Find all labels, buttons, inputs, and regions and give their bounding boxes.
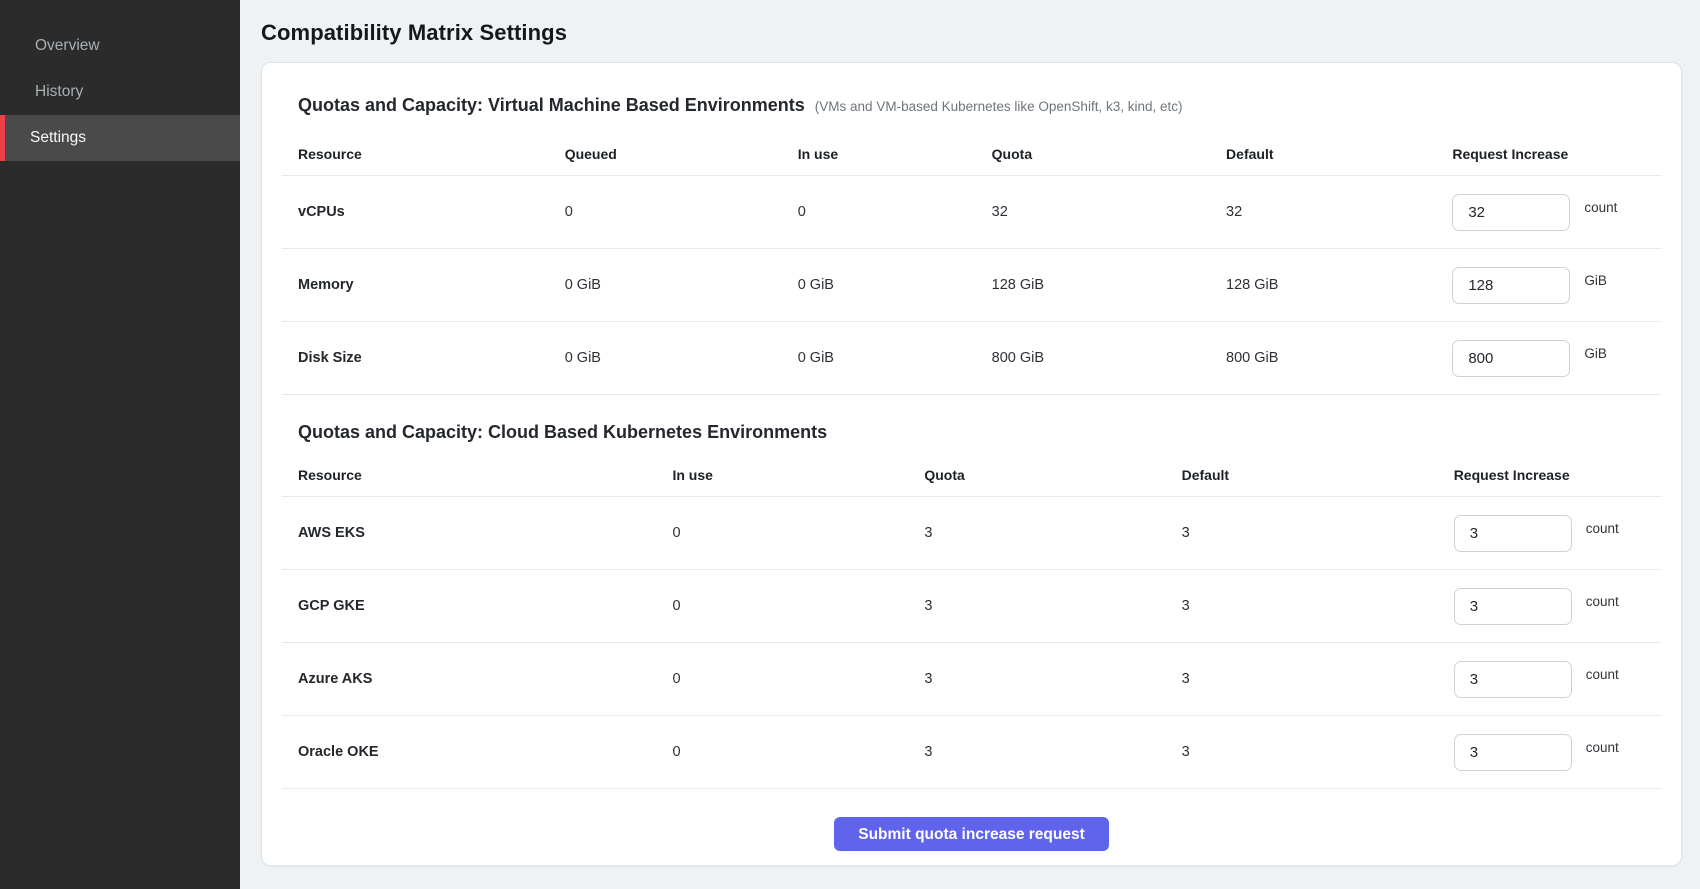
- request-increase-cell: count: [1452, 194, 1645, 231]
- resource-name: GCP GKE: [298, 598, 672, 614]
- table-row-oracle-oke: Oracle OKE 0 3 3 count: [282, 716, 1661, 789]
- queued-value: 0: [565, 204, 798, 220]
- request-increase-cell: count: [1454, 661, 1645, 698]
- in-use-value: 0: [672, 598, 924, 614]
- column-header-queued: Queued: [565, 146, 798, 162]
- resource-name: vCPUs: [298, 204, 565, 220]
- sidebar-item-history[interactable]: History: [0, 69, 240, 115]
- sidebar-item-label: Settings: [30, 129, 86, 147]
- vm-table-header-row: Resource Queued In use Quota Default Req…: [282, 132, 1661, 176]
- settings-card: Quotas and Capacity: Virtual Machine Bas…: [261, 62, 1682, 866]
- vm-section-title: Quotas and Capacity: Virtual Machine Bas…: [298, 95, 805, 116]
- quota-value: 32: [992, 204, 1226, 220]
- table-row-azure-aks: Azure AKS 0 3 3 count: [282, 643, 1661, 716]
- in-use-value: 0 GiB: [798, 277, 992, 293]
- table-row-disk-size: Disk Size 0 GiB 0 GiB 800 GiB 800 GiB Gi…: [282, 322, 1661, 395]
- request-increase-cell: count: [1454, 588, 1645, 625]
- request-increase-input[interactable]: [1452, 267, 1570, 304]
- unit-label: count: [1586, 594, 1619, 609]
- default-value: 128 GiB: [1226, 277, 1452, 293]
- default-value: 3: [1182, 525, 1454, 541]
- quota-value: 3: [924, 525, 1181, 541]
- resource-name: Azure AKS: [298, 671, 672, 687]
- sidebar-item-label: Overview: [35, 37, 100, 55]
- table-row-aws-eks: AWS EKS 0 3 3 count: [282, 497, 1661, 570]
- request-increase-cell: GiB: [1452, 340, 1645, 377]
- column-header-request-increase: Request Increase: [1454, 467, 1645, 483]
- queued-value: 0 GiB: [565, 277, 798, 293]
- unit-label: GiB: [1584, 273, 1607, 288]
- default-value: 3: [1182, 671, 1454, 687]
- request-increase-input[interactable]: [1452, 194, 1570, 231]
- in-use-value: 0: [798, 204, 992, 220]
- resource-name: AWS EKS: [298, 525, 672, 541]
- sidebar-item-overview[interactable]: Overview: [0, 23, 240, 69]
- unit-label: GiB: [1584, 346, 1607, 361]
- cloud-section-title: Quotas and Capacity: Cloud Based Kuberne…: [298, 422, 827, 443]
- request-increase-input[interactable]: [1454, 734, 1572, 771]
- in-use-value: 0: [672, 744, 924, 760]
- column-header-quota: Quota: [992, 146, 1226, 162]
- page-title: Compatibility Matrix Settings: [261, 20, 1682, 46]
- vm-section-subtitle: (VMs and VM-based Kubernetes like OpenSh…: [815, 99, 1183, 114]
- request-increase-input[interactable]: [1454, 515, 1572, 552]
- queued-value: 0 GiB: [565, 350, 798, 366]
- request-increase-input[interactable]: [1454, 661, 1572, 698]
- request-increase-input[interactable]: [1454, 588, 1572, 625]
- sidebar: Overview History Settings: [0, 0, 240, 889]
- column-header-resource: Resource: [298, 467, 672, 483]
- resource-name: Oracle OKE: [298, 744, 672, 760]
- main-content: Compatibility Matrix Settings Quotas and…: [240, 0, 1700, 889]
- default-value: 3: [1182, 744, 1454, 760]
- default-value: 800 GiB: [1226, 350, 1452, 366]
- column-header-quota: Quota: [924, 467, 1181, 483]
- unit-label: count: [1584, 200, 1617, 215]
- unit-label: count: [1586, 521, 1619, 536]
- resource-name: Memory: [298, 277, 565, 293]
- in-use-value: 0: [672, 671, 924, 687]
- table-row-vcpus: vCPUs 0 0 32 32 count: [282, 176, 1661, 249]
- card-footer: Submit quota increase request: [282, 789, 1661, 879]
- in-use-value: 0: [672, 525, 924, 541]
- cloud-section-header: Quotas and Capacity: Cloud Based Kuberne…: [282, 395, 1661, 453]
- request-increase-cell: count: [1454, 734, 1645, 771]
- resource-name: Disk Size: [298, 350, 565, 366]
- column-header-resource: Resource: [298, 146, 565, 162]
- cloud-quota-table: Resource In use Quota Default Request In…: [282, 453, 1661, 789]
- column-header-default: Default: [1182, 467, 1454, 483]
- default-value: 32: [1226, 204, 1452, 220]
- request-increase-input[interactable]: [1452, 340, 1570, 377]
- table-row-memory: Memory 0 GiB 0 GiB 128 GiB 128 GiB GiB: [282, 249, 1661, 322]
- quota-value: 3: [924, 671, 1181, 687]
- vm-section-header: Quotas and Capacity: Virtual Machine Bas…: [282, 71, 1661, 132]
- vm-quota-table: Resource Queued In use Quota Default Req…: [282, 132, 1661, 395]
- sidebar-item-settings[interactable]: Settings: [0, 115, 240, 161]
- default-value: 3: [1182, 598, 1454, 614]
- submit-quota-increase-button[interactable]: Submit quota increase request: [834, 817, 1109, 851]
- quota-value: 128 GiB: [992, 277, 1226, 293]
- request-increase-cell: GiB: [1452, 267, 1645, 304]
- column-header-in-use: In use: [672, 467, 924, 483]
- request-increase-cell: count: [1454, 515, 1645, 552]
- table-row-gcp-gke: GCP GKE 0 3 3 count: [282, 570, 1661, 643]
- in-use-value: 0 GiB: [798, 350, 992, 366]
- sidebar-item-label: History: [35, 83, 83, 101]
- column-header-default: Default: [1226, 146, 1452, 162]
- quota-value: 3: [924, 598, 1181, 614]
- quota-value: 3: [924, 744, 1181, 760]
- column-header-in-use: In use: [798, 146, 992, 162]
- column-header-request-increase: Request Increase: [1452, 146, 1645, 162]
- quota-value: 800 GiB: [992, 350, 1226, 366]
- unit-label: count: [1586, 740, 1619, 755]
- cloud-table-header-row: Resource In use Quota Default Request In…: [282, 453, 1661, 497]
- unit-label: count: [1586, 667, 1619, 682]
